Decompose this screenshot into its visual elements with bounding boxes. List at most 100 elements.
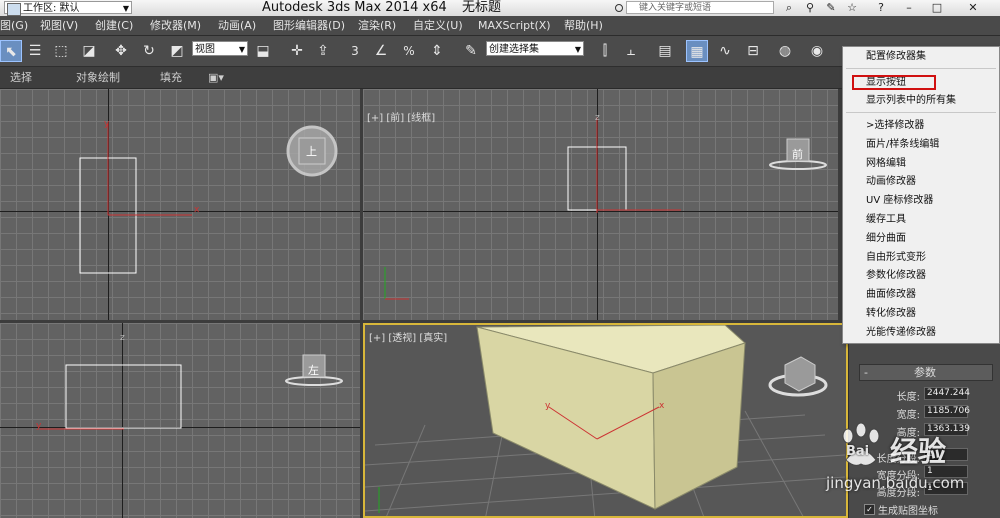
workspace-icon bbox=[7, 3, 21, 16]
menu-item-radiosity-modifiers[interactable]: 光能传递修改器 bbox=[866, 323, 936, 342]
star-icon[interactable]: ☆ bbox=[845, 2, 859, 14]
keyboard-shortcut-icon[interactable]: ⇪ bbox=[312, 40, 334, 62]
exchange-icon[interactable]: ⚲ bbox=[803, 2, 817, 14]
wrench-icon[interactable]: ✎ bbox=[824, 2, 838, 14]
edit-named-selection-icon[interactable]: ✎ bbox=[460, 40, 482, 62]
reference-coord-dropdown[interactable]: 视图 ▼ bbox=[192, 41, 248, 56]
app-title: Autodesk 3ds Max 2014 x64 bbox=[262, 0, 447, 15]
menu-item-animation-modifiers[interactable]: 动画修改器 bbox=[866, 172, 916, 191]
percent-snap-icon[interactable]: % bbox=[398, 40, 420, 62]
menu-item-help[interactable]: 帮助(H) bbox=[564, 16, 603, 35]
menu-item-subdivision-surfaces[interactable]: 细分曲面 bbox=[866, 229, 906, 248]
rect-selection-icon[interactable]: ⬚ bbox=[50, 40, 72, 62]
menu-item-customize[interactable]: 自定义(U) bbox=[413, 16, 463, 35]
menu-item-selection-modifiers[interactable]: >选择修改器 bbox=[866, 116, 924, 135]
axis-z-label: z bbox=[595, 113, 600, 123]
viewport-left[interactable]: y z 左 bbox=[0, 323, 360, 518]
percent-snap-label: % bbox=[403, 44, 415, 58]
move-icon[interactable]: ✥ bbox=[110, 40, 132, 62]
width-field[interactable]: 1185.706 bbox=[924, 405, 970, 418]
menu-item-parametric-modifiers[interactable]: 参数化修改器 bbox=[866, 266, 926, 285]
curve-editor-icon[interactable]: ∿ bbox=[714, 40, 736, 62]
highlight-box bbox=[852, 75, 936, 90]
left-view-box bbox=[40, 354, 343, 430]
pivot-center-icon[interactable]: ⬓ bbox=[252, 40, 274, 62]
parameters-rollout-header[interactable]: - 参数 bbox=[859, 364, 993, 381]
rollout-toggle: - bbox=[864, 366, 868, 379]
align-icon[interactable]: ⫠ bbox=[620, 40, 642, 62]
named-selection-dropdown[interactable]: 创建选择集 ▼ bbox=[486, 41, 584, 56]
viewport-top[interactable]: x y 上 bbox=[0, 89, 360, 320]
layer-manager-icon[interactable]: ▤ bbox=[654, 40, 676, 62]
chevron-down-icon: ▼ bbox=[238, 45, 245, 54]
menu-item-modifiers[interactable]: 修改器(M) bbox=[150, 16, 201, 35]
menu-item-graph-editors[interactable]: 图形编辑器(D) bbox=[273, 16, 345, 35]
ribbon-tab-selection[interactable]: 选择 bbox=[10, 67, 32, 88]
minimize-icon[interactable]: – bbox=[902, 2, 916, 14]
viewcube-top-face[interactable]: 上 bbox=[306, 143, 317, 159]
top-view-box bbox=[79, 123, 338, 274]
schematic-view-icon[interactable]: ⊟ bbox=[742, 40, 764, 62]
select-object-icon[interactable]: ⬉ bbox=[0, 40, 22, 62]
workspace-label: 工作区: 默认 bbox=[23, 3, 80, 14]
angle-snap-icon[interactable]: ∠ bbox=[370, 40, 392, 62]
axis-y-label: y bbox=[36, 421, 42, 431]
menu-item-patch-spline-editing[interactable]: 面片/样条线编辑 bbox=[866, 135, 939, 154]
menu-item-uv-coordinate-modifiers[interactable]: UV 座标修改器 bbox=[866, 191, 933, 210]
axis-y-label: y bbox=[104, 119, 110, 129]
title-bar: 工作区: 默认 ▼ Autodesk 3ds Max 2014 x64 无标题 … bbox=[0, 0, 1000, 16]
document-title: 无标题 bbox=[462, 0, 502, 15]
snaps-toggle-icon[interactable]: 3 bbox=[344, 40, 366, 62]
menu-item-surface-modifiers[interactable]: 曲面修改器 bbox=[866, 285, 916, 304]
menu-item-configure-sets[interactable]: 配置修改器集 bbox=[866, 47, 926, 66]
maximize-icon[interactable]: □ bbox=[930, 2, 944, 14]
help-icon[interactable]: ? bbox=[874, 2, 888, 14]
chevron-down-icon: ▼ bbox=[122, 4, 129, 13]
watermark-brand-cn: 经验 bbox=[890, 435, 947, 468]
reference-coord-value: 视图 bbox=[195, 44, 215, 55]
length-field[interactable]: 2447.244 bbox=[924, 387, 970, 400]
select-manipulate-icon[interactable]: ✛ bbox=[286, 40, 308, 62]
axis-x-label: x bbox=[194, 205, 200, 215]
watermark-url: jingyan.baidu.com bbox=[826, 474, 965, 492]
mirror-icon[interactable]: ⫿ bbox=[594, 40, 616, 62]
menu-item-group[interactable]: 图(G) bbox=[0, 16, 28, 35]
menu-item-show-all-sets[interactable]: 显示列表中的所有集 bbox=[866, 91, 956, 110]
select-by-name-icon[interactable]: ☰ bbox=[24, 40, 46, 62]
menu-item-free-form-deformers[interactable]: 自由形式变形 bbox=[866, 248, 926, 267]
menu-item-views[interactable]: 视图(V) bbox=[40, 16, 78, 35]
rotate-icon[interactable]: ↻ bbox=[138, 40, 160, 62]
ribbon-tab-object-paint[interactable]: 对象绘制 bbox=[76, 67, 120, 88]
rollout-title: 参数 bbox=[914, 366, 936, 379]
viewport-perspective[interactable]: [+] [透视] [真实] y x bbox=[363, 323, 848, 518]
spinner-snap-icon[interactable]: ⇕ bbox=[426, 40, 448, 62]
axis-x-label: x bbox=[659, 401, 665, 411]
viewcube-front-face[interactable]: 前 bbox=[792, 146, 803, 162]
binoculars-icon bbox=[615, 4, 623, 12]
menu-bar: 图(G) 视图(V) 创建(C) 修改器(M) 动画(A) 图形编辑器(D) 渲… bbox=[0, 16, 1000, 36]
menu-item-conversion-modifiers[interactable]: 转化修改器 bbox=[866, 304, 916, 323]
workspace-dropdown[interactable]: 工作区: 默认 ▼ bbox=[4, 1, 132, 16]
front-view-box bbox=[384, 117, 827, 300]
render-setup-icon[interactable]: ◉ bbox=[806, 40, 828, 62]
ribbon-options-icon[interactable]: ▣▾ bbox=[208, 67, 224, 88]
material-editor-icon[interactable]: ◍ bbox=[774, 40, 796, 62]
menu-item-rendering[interactable]: 渲染(R) bbox=[358, 16, 396, 35]
menu-item-animation[interactable]: 动画(A) bbox=[218, 16, 256, 35]
search-input[interactable]: 键入关键字或短语 bbox=[626, 1, 774, 14]
viewport-front[interactable]: [+] [前] [线框] z 前 bbox=[363, 89, 838, 320]
menu-item-create[interactable]: 创建(C) bbox=[95, 16, 133, 35]
ribbon-tab-populate[interactable]: 填充 bbox=[160, 67, 182, 88]
baidu-watermark: Bai 经验 jingyan.baidu.com bbox=[826, 420, 1000, 518]
close-icon[interactable]: ✕ bbox=[966, 2, 980, 14]
scale-icon[interactable]: ◩ bbox=[166, 40, 188, 62]
menu-item-maxscript[interactable]: MAXScript(X) bbox=[478, 16, 551, 35]
perspective-scene bbox=[365, 325, 846, 516]
binoculars-icon[interactable]: ⌕ bbox=[782, 2, 796, 14]
viewcube-left-face[interactable]: 左 bbox=[308, 362, 319, 378]
axis-y-label: y bbox=[545, 401, 551, 411]
menu-item-cache-tools[interactable]: 缓存工具 bbox=[866, 210, 906, 229]
window-crossing-icon[interactable]: ◪ bbox=[78, 40, 100, 62]
menu-item-mesh-editing[interactable]: 网格编辑 bbox=[866, 154, 906, 173]
graphite-ribbon-icon[interactable]: ▦ bbox=[686, 40, 708, 62]
